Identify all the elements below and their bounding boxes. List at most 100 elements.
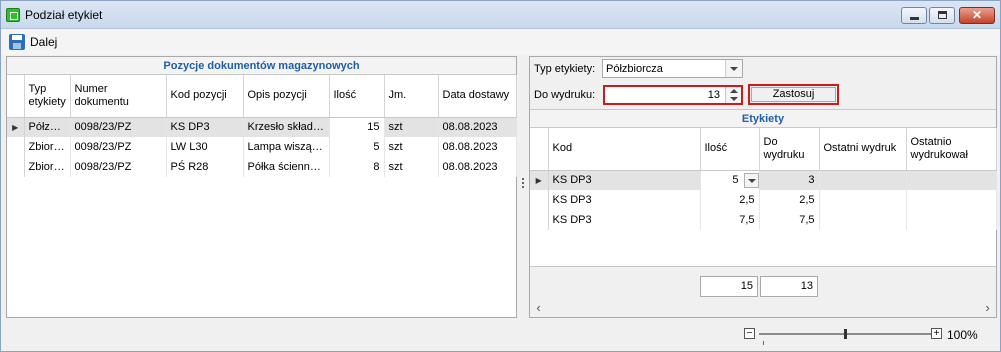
apply-button[interactable]: Zastosuj — [748, 84, 839, 105]
cell-item-code[interactable]: LW L30 — [166, 137, 244, 157]
zoom-value: 100% — [947, 328, 978, 342]
col-header-last-printed-by[interactable]: Ostatnio wydrukował — [906, 128, 997, 171]
cell-to-print[interactable]: 7,5 — [759, 210, 820, 230]
col-header-last-print[interactable]: Ostatni wydruk — [819, 128, 907, 171]
col-header-unit[interactable]: Jm. — [384, 75, 439, 118]
cell-quantity[interactable]: 15 — [329, 117, 385, 137]
cell-code[interactable]: KS DP3 — [548, 190, 701, 210]
cell-quantity[interactable]: 5 — [329, 137, 385, 157]
cell-type[interactable]: Zbiorcza — [24, 157, 71, 177]
row-indicator-header — [530, 128, 549, 171]
col-header-to-print[interactable]: Do wydruku — [759, 128, 820, 171]
col-header-code[interactable]: Kod — [548, 128, 701, 171]
col-header-description[interactable]: Opis pozycji — [243, 75, 330, 118]
cell-type[interactable]: Półzbi... — [24, 117, 71, 137]
labels-summary-footer: 15 13 — [530, 266, 996, 298]
chevron-down-icon — [747, 178, 756, 183]
print-count-value[interactable]: 13 — [708, 89, 720, 101]
labels-panel-title: Etykiety — [530, 110, 996, 128]
close-button[interactable]: ✕ — [959, 7, 995, 24]
cell-quantity[interactable]: 2,5 — [700, 190, 760, 210]
print-count-label: Do wydruku: — [534, 89, 596, 101]
table-row[interactable]: KS DP3 7,5 7,5 — [530, 210, 997, 230]
documents-grid: Typ etykiety Numer dokumentu Kod pozycji… — [7, 75, 517, 177]
cell-type[interactable]: Zbiorcza — [24, 137, 71, 157]
app-icon — [6, 8, 20, 22]
cell-last-printed-by[interactable] — [906, 170, 997, 190]
sum-quantity: 15 — [700, 276, 758, 297]
row-indicator-header — [7, 75, 25, 118]
cell-unit[interactable]: szt — [384, 137, 439, 157]
cell-item-code[interactable]: PŚ R28 — [166, 157, 244, 177]
quantity-dropdown-button[interactable] — [743, 172, 758, 188]
quantity-value: 5 — [732, 173, 739, 186]
cell-quantity[interactable]: 7,5 — [700, 210, 760, 230]
scroll-left-icon[interactable]: ‹ — [530, 299, 547, 317]
cell-description[interactable]: Lampa wisząca... — [243, 137, 330, 157]
table-row[interactable]: ▶ Półzbi... 0098/23/PZ KS DP3 Krzesło sk… — [7, 117, 517, 137]
sum-to-print: 13 — [760, 276, 818, 297]
cell-item-code[interactable]: KS DP3 — [166, 117, 244, 137]
col-header-type[interactable]: Typ etykiety — [24, 75, 71, 118]
cell-quantity[interactable]: 5 — [700, 170, 760, 190]
spin-down-button[interactable] — [726, 95, 741, 103]
cell-to-print[interactable]: 2,5 — [759, 190, 820, 210]
panel-splitter[interactable] — [520, 176, 526, 196]
col-header-quantity[interactable]: Ilość — [329, 75, 385, 118]
table-row[interactable]: Zbiorcza 0098/23/PZ PŚ R28 Półka ścienna… — [7, 157, 517, 177]
maximize-icon — [938, 11, 947, 19]
chevron-up-icon — [730, 89, 738, 93]
next-button[interactable]: Dalej — [9, 33, 57, 51]
cell-quantity[interactable]: 8 — [329, 157, 385, 177]
cell-last-printed-by[interactable] — [906, 190, 997, 210]
scroll-right-icon[interactable]: › — [979, 299, 996, 317]
cell-last-print[interactable] — [819, 190, 907, 210]
cell-doc-number[interactable]: 0098/23/PZ — [70, 137, 167, 157]
current-row-indicator-icon: ▶ — [7, 117, 25, 137]
zoom-slider-thumb[interactable] — [844, 329, 847, 339]
horizontal-scrollbar[interactable]: ‹ › — [530, 299, 996, 317]
print-count-spinner[interactable]: 13 — [603, 85, 743, 105]
cell-unit[interactable]: szt — [384, 117, 439, 137]
cell-code[interactable]: KS DP3 — [548, 170, 701, 190]
cell-last-printed-by[interactable] — [906, 210, 997, 230]
cell-last-print[interactable] — [819, 170, 907, 190]
documents-panel-title: Pozycje dokumentów magazynowych — [7, 57, 516, 75]
table-row[interactable]: ▶ KS DP3 5 3 — [530, 170, 997, 190]
zoom-out-button[interactable]: − — [744, 328, 755, 339]
cell-last-print[interactable] — [819, 210, 907, 230]
current-row-indicator-icon: ▶ — [530, 170, 549, 190]
cell-description[interactable]: Krzesło składa... — [243, 117, 330, 137]
minimize-button[interactable] — [901, 7, 927, 24]
minimize-icon — [910, 17, 919, 20]
next-button-label: Dalej — [30, 35, 58, 49]
col-header-delivery-date[interactable]: Data dostawy — [438, 75, 517, 118]
cell-doc-number[interactable]: 0098/23/PZ — [70, 117, 167, 137]
spin-up-button[interactable] — [726, 87, 741, 95]
zoom-tick — [763, 341, 764, 345]
cell-delivery-date[interactable]: 08.08.2023 — [438, 117, 517, 137]
zoom-in-button[interactable]: + — [931, 328, 942, 339]
window-title: Podział etykiet — [25, 8, 103, 22]
cell-code[interactable]: KS DP3 — [548, 210, 701, 230]
cell-delivery-date[interactable]: 08.08.2023 — [438, 157, 517, 177]
col-header-doc-number[interactable]: Numer dokumentu — [70, 75, 167, 118]
chevron-down-icon — [730, 97, 738, 101]
cell-delivery-date[interactable]: 08.08.2023 — [438, 137, 517, 157]
col-header-quantity[interactable]: Ilość — [700, 128, 760, 171]
table-row[interactable]: Zbiorcza 0098/23/PZ LW L30 Lampa wisząca… — [7, 137, 517, 157]
cell-doc-number[interactable]: 0098/23/PZ — [70, 157, 167, 177]
dropdown-button[interactable] — [725, 60, 742, 77]
maximize-button[interactable] — [929, 7, 955, 24]
cell-description[interactable]: Półka ścienna ... — [243, 157, 330, 177]
label-type-value: Półzbiorcza — [606, 63, 663, 75]
save-icon — [9, 34, 25, 50]
table-row[interactable]: KS DP3 2,5 2,5 — [530, 190, 997, 210]
cell-unit[interactable]: szt — [384, 157, 439, 177]
col-header-item-code[interactable]: Kod pozycji — [166, 75, 244, 118]
label-type-select[interactable]: Półzbiorcza — [602, 59, 743, 78]
close-icon: ✕ — [971, 8, 983, 22]
cell-to-print[interactable]: 3 — [759, 170, 820, 190]
labels-grid: Etykiety Kod Ilość Do wydruku Ostatni wy… — [530, 109, 997, 266]
chevron-down-icon — [730, 67, 738, 71]
